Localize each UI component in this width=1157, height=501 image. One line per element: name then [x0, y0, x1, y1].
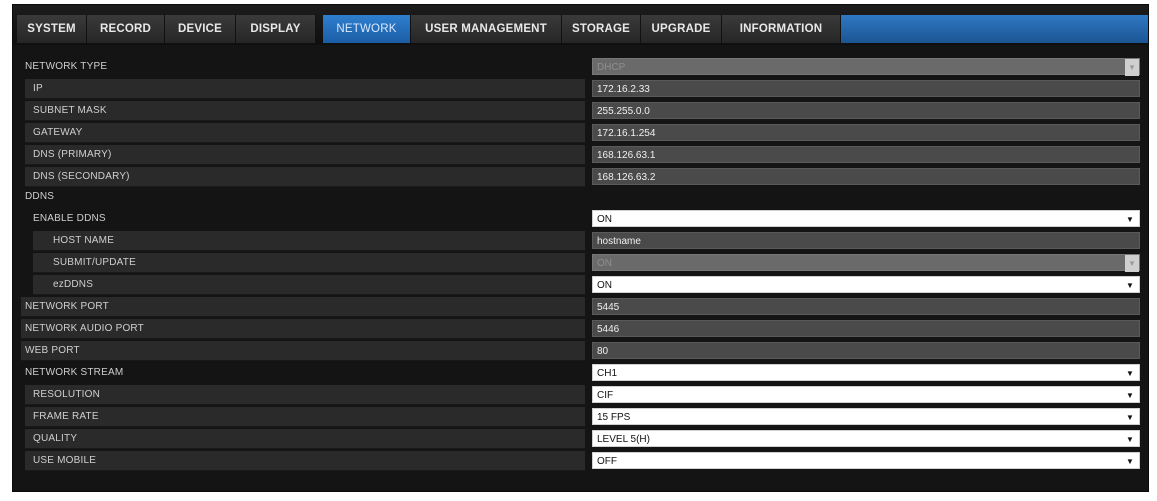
- network-type-label: NETWORK TYPE: [25, 61, 108, 72]
- dns-secondary-label: DNS (SECONDARY): [33, 171, 130, 182]
- subnet-mask-field[interactable]: 255.255.0.0: [592, 102, 1140, 119]
- tab-bar: SYSTEM RECORD DEVICE DISPLAY NETWORK USE…: [13, 5, 1148, 45]
- tab-bar-accent: [841, 15, 1148, 43]
- gateway-label: GATEWAY: [33, 127, 83, 138]
- use-mobile-value: OFF: [597, 456, 617, 467]
- quality-select[interactable]: LEVEL 5(H) ▼: [592, 430, 1140, 447]
- row-background: [33, 275, 585, 295]
- row-background: [33, 231, 585, 251]
- network-type-select: DHCP ▼: [592, 58, 1140, 76]
- tab-device[interactable]: DEVICE: [165, 15, 236, 43]
- tab-upgrade[interactable]: UPGRADE: [641, 15, 722, 43]
- ezddns-select[interactable]: ON ▼: [592, 276, 1140, 293]
- row-network-stream: NETWORK STREAM CH1 ▼: [21, 363, 1141, 382]
- use-mobile-select[interactable]: OFF ▼: [592, 452, 1140, 469]
- enable-ddns-value: ON: [597, 214, 612, 225]
- enable-ddns-select[interactable]: ON ▼: [592, 210, 1140, 227]
- resolution-select[interactable]: CIF ▼: [592, 386, 1140, 403]
- row-use-mobile: USE MOBILE OFF ▼: [21, 451, 1141, 471]
- chevron-down-icon: ▼: [1126, 215, 1134, 224]
- network-audio-port-label: NETWORK AUDIO PORT: [25, 323, 144, 334]
- tab-display[interactable]: DISPLAY: [236, 15, 316, 43]
- use-mobile-label: USE MOBILE: [33, 455, 97, 466]
- network-type-value: DHCP: [597, 62, 626, 73]
- dns-primary-field[interactable]: 168.126.63.1: [592, 146, 1140, 163]
- chevron-down-icon: ▼: [1126, 457, 1134, 466]
- row-ip: IP 172.16.2.33: [21, 79, 1141, 99]
- host-name-label: HOST NAME: [53, 235, 115, 246]
- web-port-field[interactable]: 80: [592, 342, 1140, 359]
- row-quality: QUALITY LEVEL 5(H) ▼: [21, 429, 1141, 449]
- row-frame-rate: FRAME RATE 15 FPS ▼: [21, 407, 1141, 427]
- row-ezddns: ezDDNS ON ▼: [21, 275, 1141, 295]
- chevron-down-icon: ▼: [1125, 59, 1139, 76]
- tab-user-management[interactable]: USER MANAGEMENT: [411, 15, 562, 43]
- row-gateway: GATEWAY 172.16.1.254: [21, 123, 1141, 143]
- network-port-label: NETWORK PORT: [25, 301, 109, 312]
- ip-field[interactable]: 172.16.2.33: [592, 80, 1140, 97]
- row-dns-primary: DNS (PRIMARY) 168.126.63.1: [21, 145, 1141, 165]
- ezddns-value: ON: [597, 280, 612, 291]
- row-subnet-mask: SUBNET MASK 255.255.0.0: [21, 101, 1141, 121]
- quality-value: LEVEL 5(H): [597, 434, 650, 445]
- settings-panel: SYSTEM RECORD DEVICE DISPLAY NETWORK USE…: [12, 4, 1149, 492]
- tab-system[interactable]: SYSTEM: [17, 15, 87, 43]
- row-network-type: NETWORK TYPE DHCP ▼: [21, 57, 1141, 76]
- submit-update-value: ON: [597, 258, 612, 269]
- row-background: [25, 385, 585, 405]
- resolution-value: CIF: [597, 390, 614, 401]
- row-network-audio-port: NETWORK AUDIO PORT 5446: [21, 319, 1141, 339]
- resolution-label: RESOLUTION: [33, 389, 101, 400]
- row-host-name: HOST NAME hostname: [21, 231, 1141, 251]
- row-background: [25, 123, 585, 143]
- ip-label: IP: [33, 83, 43, 94]
- chevron-down-icon: ▼: [1126, 369, 1134, 378]
- row-web-port: WEB PORT 80: [21, 341, 1141, 361]
- chevron-down-icon: ▼: [1126, 281, 1134, 290]
- row-background: [25, 407, 585, 427]
- subnet-mask-label: SUBNET MASK: [33, 105, 107, 116]
- chevron-down-icon: ▼: [1125, 255, 1139, 272]
- host-name-field[interactable]: hostname: [592, 232, 1140, 249]
- ddns-section-label: DDNS: [25, 191, 55, 202]
- chevron-down-icon: ▼: [1126, 391, 1134, 400]
- enable-ddns-label: ENABLE DDNS: [33, 213, 106, 224]
- row-background: [25, 79, 585, 99]
- dns-primary-label: DNS (PRIMARY): [33, 149, 112, 160]
- gateway-field[interactable]: 172.16.1.254: [592, 124, 1140, 141]
- row-background: [21, 341, 585, 361]
- network-stream-value: CH1: [597, 368, 618, 379]
- row-resolution: RESOLUTION CIF ▼: [21, 385, 1141, 405]
- quality-label: QUALITY: [33, 433, 78, 444]
- row-dns-secondary: DNS (SECONDARY) 168.126.63.2: [21, 167, 1141, 187]
- network-stream-label: NETWORK STREAM: [25, 367, 124, 378]
- row-background: [25, 429, 585, 449]
- row-ddns-section: DDNS: [21, 187, 1141, 206]
- submit-update-label: SUBMIT/UPDATE: [53, 257, 136, 268]
- tab-storage[interactable]: STORAGE: [562, 15, 641, 43]
- tab-record[interactable]: RECORD: [87, 15, 165, 43]
- chevron-down-icon: ▼: [1126, 435, 1134, 444]
- network-audio-port-field[interactable]: 5446: [592, 320, 1140, 337]
- submit-update-select: ON ▼: [592, 254, 1140, 272]
- frame-rate-value: 15 FPS: [597, 412, 631, 423]
- row-enable-ddns: ENABLE DDNS ON ▼: [21, 209, 1141, 228]
- network-port-field[interactable]: 5445: [592, 298, 1140, 315]
- chevron-down-icon: ▼: [1126, 413, 1134, 422]
- tab-network[interactable]: NETWORK: [323, 15, 411, 43]
- row-submit-update: SUBMIT/UPDATE ON ▼: [21, 253, 1141, 273]
- frame-rate-label: FRAME RATE: [33, 411, 99, 422]
- row-background: [25, 101, 585, 121]
- network-stream-select[interactable]: CH1 ▼: [592, 364, 1140, 381]
- row-network-port: NETWORK PORT 5445: [21, 297, 1141, 317]
- dns-secondary-field[interactable]: 168.126.63.2: [592, 168, 1140, 185]
- frame-rate-select[interactable]: 15 FPS ▼: [592, 408, 1140, 425]
- row-background: [25, 451, 585, 471]
- tab-information[interactable]: INFORMATION: [722, 15, 841, 43]
- ezddns-label: ezDDNS: [53, 279, 94, 290]
- web-port-label: WEB PORT: [25, 345, 80, 356]
